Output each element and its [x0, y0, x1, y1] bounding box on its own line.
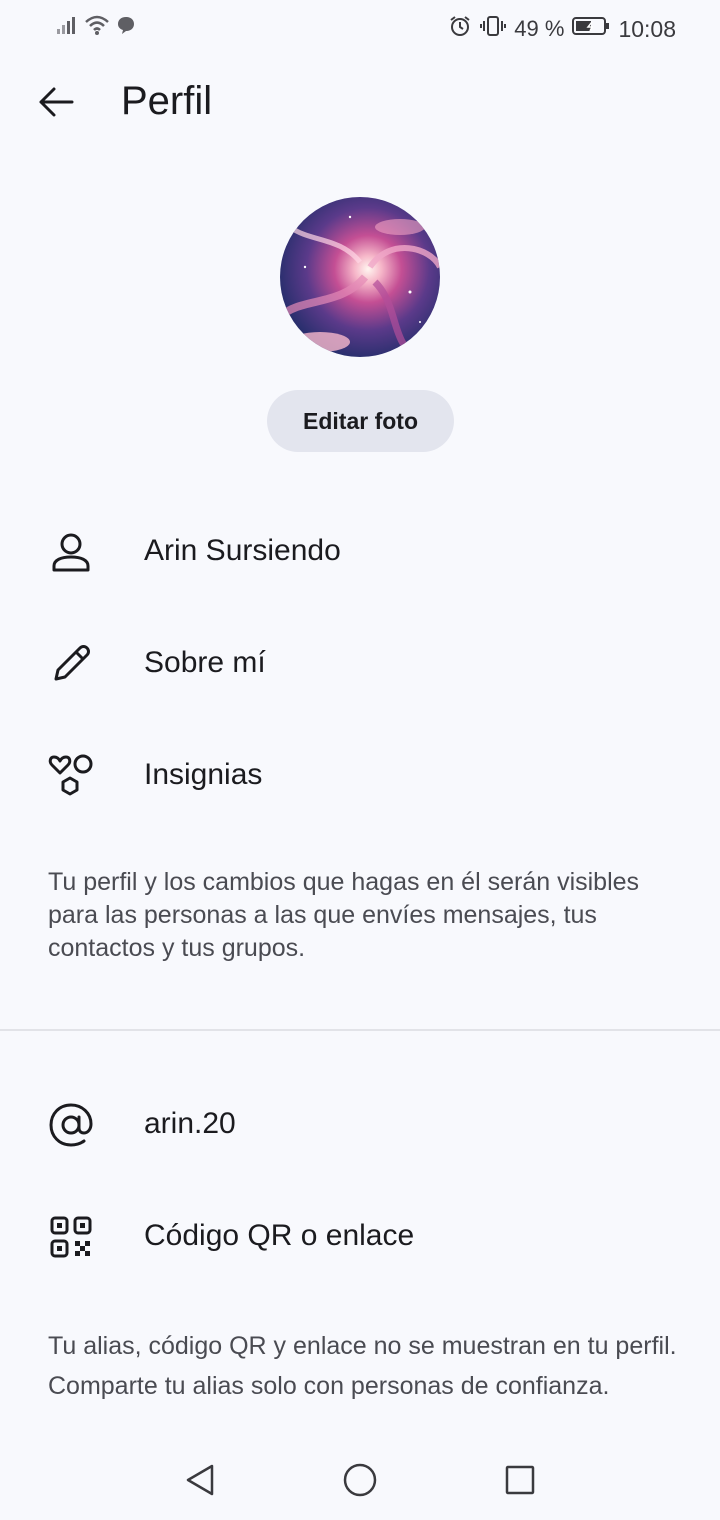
profile-visibility-note: Tu perfil y los cambios que hagas en él … [48, 868, 640, 962]
row-badges-label: Insignias [144, 758, 263, 791]
status-left [56, 14, 136, 41]
nav-recents-button[interactable] [498, 1460, 542, 1504]
at-sign-icon [46, 1100, 96, 1150]
back-button[interactable] [30, 78, 82, 130]
row-qr-code[interactable]: Código QR o enlace [0, 1186, 720, 1286]
edit-photo-button[interactable]: Editar foto [267, 390, 454, 452]
battery-percent: 49 % [514, 16, 565, 41]
vibrate-icon [480, 14, 507, 44]
status-right: 49 % 10:08 [448, 14, 676, 44]
row-about-label: Sobre mí [144, 646, 266, 679]
alias-privacy-note: Tu alias, código QR y enlace no se muest… [48, 1332, 677, 1400]
person-icon [46, 527, 96, 577]
row-about[interactable]: Sobre mí [0, 613, 720, 713]
battery-icon [572, 16, 610, 42]
nav-home-icon [342, 1462, 378, 1503]
alarm-icon [448, 14, 472, 44]
status-time: 10:08 [618, 15, 676, 42]
row-name-label: Arin Sursiendo [144, 534, 341, 567]
system-nav-bar [0, 1440, 720, 1520]
back-arrow-icon [36, 82, 76, 127]
nav-back-button[interactable] [178, 1460, 222, 1504]
status-bar: 49 % 10:08 [0, 0, 720, 56]
section-divider [0, 1029, 720, 1031]
row-name[interactable]: Arin Sursiendo [0, 501, 720, 601]
nav-home-button[interactable] [338, 1460, 382, 1504]
page-title: Perfil [121, 79, 213, 123]
row-username-label: arin.20 [144, 1107, 236, 1140]
badges-icon [46, 751, 96, 801]
signal-icon [56, 15, 78, 40]
row-qr-code-label: Código QR o enlace [144, 1219, 415, 1252]
row-username[interactable]: arin.20 [0, 1074, 720, 1174]
profile-avatar[interactable] [280, 197, 440, 357]
wifi-icon [84, 14, 110, 41]
row-badges[interactable]: Insignias [0, 725, 720, 825]
pencil-icon [46, 639, 96, 689]
nav-back-icon [182, 1462, 218, 1503]
nav-recents-icon [502, 1462, 538, 1503]
top-app-bar: Perfil [0, 70, 720, 136]
qr-code-icon [46, 1212, 96, 1262]
chat-bubble-icon [116, 15, 136, 40]
